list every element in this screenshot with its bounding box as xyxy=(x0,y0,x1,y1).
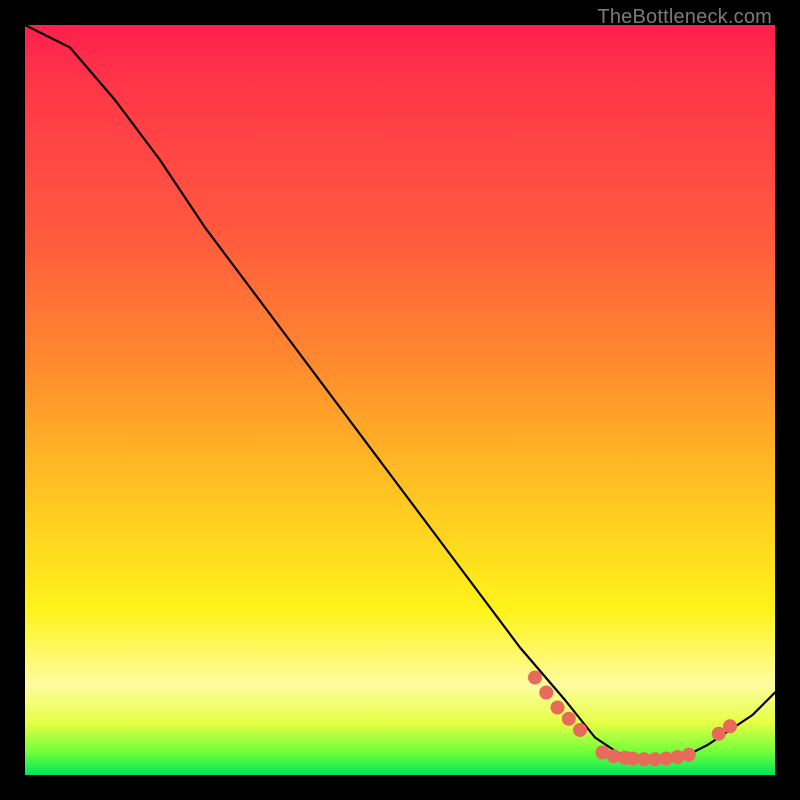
marker-layer xyxy=(528,671,737,767)
data-marker xyxy=(539,686,553,700)
data-marker xyxy=(723,719,737,733)
data-marker xyxy=(573,723,587,737)
chart-overlay xyxy=(25,25,775,775)
bottleneck-curve xyxy=(25,25,775,760)
attribution-text: TheBottleneck.com xyxy=(597,6,772,29)
data-marker xyxy=(551,701,565,715)
data-marker xyxy=(682,748,696,762)
data-marker xyxy=(528,671,542,685)
data-marker xyxy=(562,712,576,726)
chart-frame: TheBottleneck.com xyxy=(0,0,800,800)
